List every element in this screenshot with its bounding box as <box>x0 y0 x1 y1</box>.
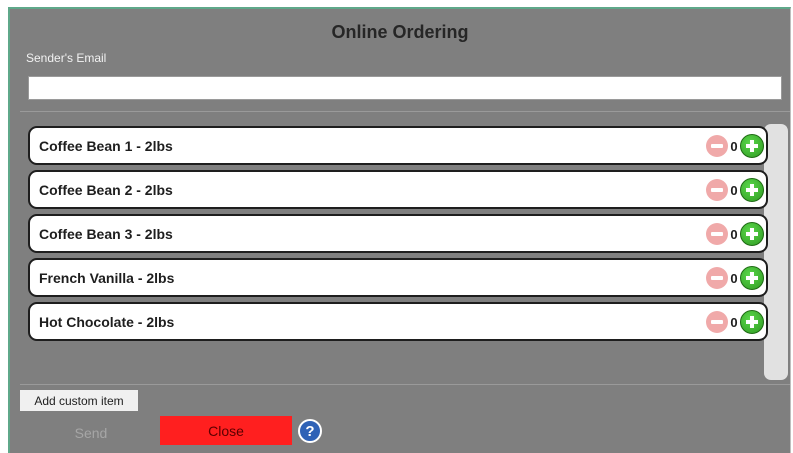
item-label: Coffee Bean 1 - 2lbs <box>39 137 173 154</box>
list-item: Coffee Bean 3 - 2lbs 0 <box>28 214 768 253</box>
scrollbar[interactable] <box>764 124 788 380</box>
list-item: Coffee Bean 2 - 2lbs 0 <box>28 170 768 209</box>
quantity-stepper: 0 <box>706 134 764 158</box>
quantity-stepper: 0 <box>706 266 764 290</box>
list-item: Hot Chocolate - 2lbs 0 <box>28 302 768 341</box>
send-button[interactable]: Send <box>56 421 126 445</box>
minus-circle-icon[interactable] <box>706 311 728 333</box>
item-quantity: 0 <box>730 138 738 154</box>
item-list: Coffee Bean 1 - 2lbs 0 Coffee Bean 2 - 2… <box>20 111 790 385</box>
minus-circle-icon[interactable] <box>706 223 728 245</box>
item-label: Hot Chocolate - 2lbs <box>39 313 175 330</box>
add-custom-item-button[interactable]: Add custom item <box>20 390 138 411</box>
item-label: Coffee Bean 3 - 2lbs <box>39 225 173 242</box>
plus-circle-icon[interactable] <box>740 178 764 202</box>
list-item: Coffee Bean 1 - 2lbs 0 <box>28 126 768 165</box>
list-item: French Vanilla - 2lbs 0 <box>28 258 768 297</box>
plus-circle-icon[interactable] <box>740 266 764 290</box>
plus-circle-icon[interactable] <box>740 222 764 246</box>
close-button[interactable]: Close <box>160 416 292 445</box>
item-label: French Vanilla - 2lbs <box>39 269 175 286</box>
quantity-stepper: 0 <box>706 222 764 246</box>
quantity-stepper: 0 <box>706 178 764 202</box>
quantity-stepper: 0 <box>706 310 764 334</box>
item-label: Coffee Bean 2 - 2lbs <box>39 181 173 198</box>
minus-circle-icon[interactable] <box>706 179 728 201</box>
dialog-title: Online Ordering <box>331 22 469 42</box>
item-quantity: 0 <box>730 270 738 286</box>
minus-circle-icon[interactable] <box>706 267 728 289</box>
sender-email-input[interactable] <box>28 76 782 100</box>
online-ordering-dialog: Online Ordering Sender's Email Coffee Be… <box>8 7 791 453</box>
plus-circle-icon[interactable] <box>740 310 764 334</box>
item-quantity: 0 <box>730 314 738 330</box>
item-quantity: 0 <box>730 182 738 198</box>
help-icon[interactable]: ? <box>298 419 322 443</box>
minus-circle-icon[interactable] <box>706 135 728 157</box>
item-quantity: 0 <box>730 226 738 242</box>
sender-email-label: Sender's Email <box>26 51 107 65</box>
plus-circle-icon[interactable] <box>740 134 764 158</box>
